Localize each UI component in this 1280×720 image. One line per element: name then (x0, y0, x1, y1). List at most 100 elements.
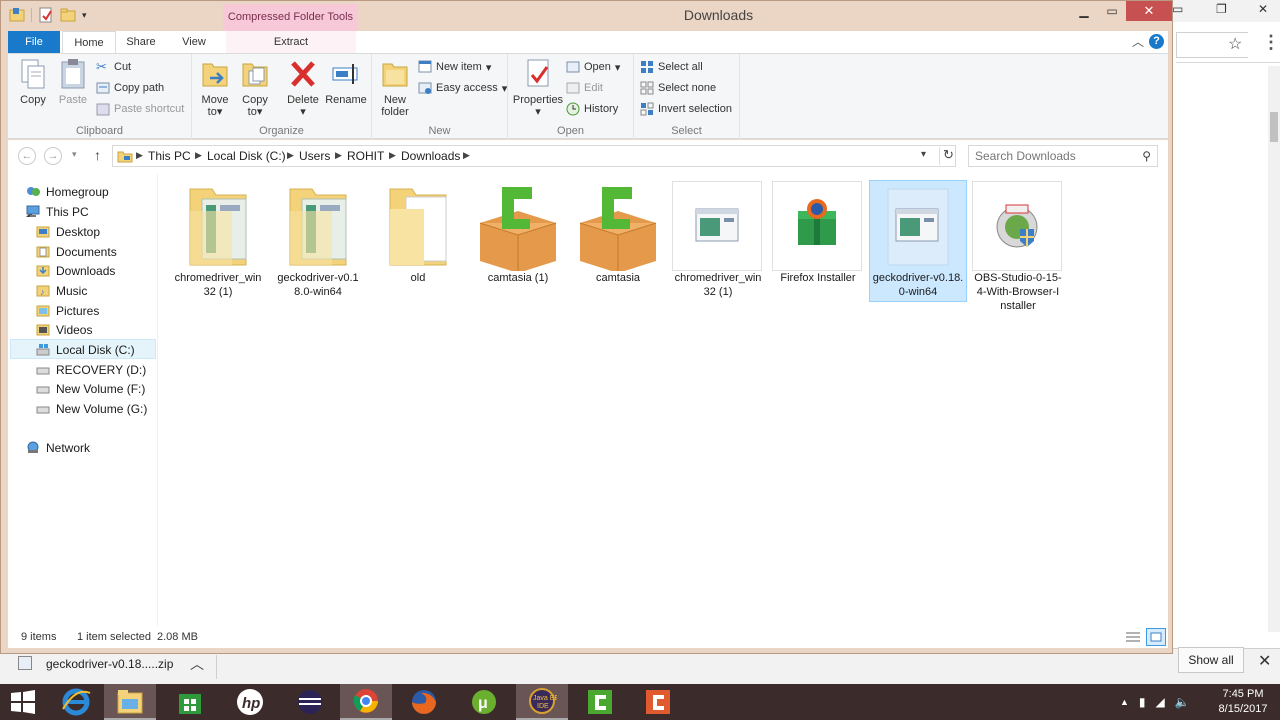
utorrent-icon[interactable]: μ (458, 684, 510, 720)
address-bar[interactable]: ▶ This PC ▶ Local Disk (C:) ▶ Users ▶ RO… (112, 145, 956, 167)
sidebar-item-local-disk-c[interactable]: Local Disk (C:) (36, 340, 135, 359)
battery-icon[interactable]: ▮ (1139, 695, 1146, 709)
camtasia-recorder-icon[interactable] (574, 684, 626, 720)
minimize-button[interactable]: ▁ (1070, 1, 1098, 23)
download-item[interactable]: geckodriver-v0.18.....zip ︿ (18, 656, 216, 676)
large-icons-view-icon[interactable] (1146, 628, 1166, 646)
clock[interactable]: 7:45 PM 8/15/2017 (1208, 687, 1278, 717)
breadcrumb-downloads[interactable]: Downloads (401, 149, 460, 163)
breadcrumb-local-disk[interactable]: Local Disk (C:) (207, 149, 286, 163)
hp-icon[interactable]: hp (224, 684, 276, 720)
sidebar-item-downloads[interactable]: Downloads (36, 261, 115, 280)
show-hidden-icons-icon[interactable]: ▲ (1120, 697, 1129, 707)
bookmark-star-icon[interactable]: ☆ (1228, 34, 1242, 54)
back-arrow-icon[interactable]: ← (18, 147, 36, 165)
customize-qat-icon[interactable]: ▾ (82, 10, 87, 21)
select-all-button[interactable]: Select all (640, 60, 703, 74)
paste-shortcut-button[interactable]: Paste shortcut (96, 102, 184, 116)
file-item[interactable]: geckodriver-v0.18.0-win64 (272, 181, 364, 301)
new-item-button[interactable]: New item ▾ (418, 60, 491, 74)
search-box[interactable]: ⚲ (968, 145, 1158, 167)
sidebar-item-network[interactable]: Network (26, 438, 90, 457)
eclipse-icon[interactable] (284, 684, 336, 720)
breadcrumb-this-pc[interactable]: This PC (148, 149, 191, 163)
close-download-bar-icon[interactable]: ✕ (1258, 651, 1271, 671)
show-all-button[interactable]: Show all (1178, 647, 1244, 673)
details-view-icon[interactable] (1125, 630, 1141, 644)
properties-button[interactable]: Properties ▾ (512, 58, 564, 118)
file-item-selected[interactable]: geckodriver-v0.18.0-win64 (869, 180, 967, 302)
properties-icon[interactable] (38, 7, 54, 23)
internet-explorer-icon[interactable] (50, 684, 102, 720)
network-signal-icon[interactable]: ◢ (1156, 695, 1165, 709)
sidebar-item-new-volume-f[interactable]: New Volume (F:) (36, 379, 145, 398)
file-item[interactable]: old (372, 181, 464, 301)
file-item[interactable]: OBS-Studio-0-15-4-With-Browser-Installer (972, 181, 1064, 312)
sidebar-item-homegroup[interactable]: Homegroup (26, 182, 109, 201)
easy-access-button[interactable]: Easy access ▾ (418, 81, 507, 95)
chrome-menu-icon[interactable]: ⋮ (1262, 32, 1280, 53)
java-ee-ide-icon[interactable]: Java EE IDE (516, 684, 568, 720)
breadcrumb-users[interactable]: Users (299, 149, 330, 163)
folder-properties-icon[interactable] (9, 7, 25, 23)
tab-share[interactable]: Share (118, 31, 164, 53)
chrome-icon[interactable] (340, 684, 392, 720)
chrome-close-icon[interactable]: ✕ (1258, 2, 1268, 16)
sidebar-item-videos[interactable]: Videos (36, 320, 92, 339)
minimize-ribbon-icon[interactable]: ︿ (1132, 33, 1144, 50)
sidebar-item-new-volume-g[interactable]: New Volume (G:) (36, 399, 147, 418)
chevron-up-icon[interactable]: ︿ (190, 654, 204, 674)
firefox-icon[interactable] (398, 684, 450, 720)
paste-button[interactable]: Paste (54, 58, 92, 106)
search-input[interactable] (975, 148, 1135, 164)
file-item[interactable]: chromedriver_win32 (1) (672, 181, 764, 301)
tab-home[interactable]: Home (62, 31, 116, 53)
file-item[interactable]: Firefox Installer (772, 181, 864, 301)
start-button-icon[interactable] (10, 690, 36, 714)
tab-file[interactable]: File (8, 31, 60, 53)
help-icon[interactable]: ? (1149, 34, 1164, 49)
chrome-scrollbar-thumb[interactable] (1270, 112, 1278, 142)
tab-view[interactable]: View (168, 31, 220, 53)
chrome-minimize-icon[interactable]: ▭ (1172, 2, 1183, 16)
file-item[interactable]: camtasia (572, 181, 664, 301)
camtasia-studio-icon[interactable] (632, 684, 684, 720)
close-button[interactable]: ✕ (1126, 1, 1172, 21)
breadcrumb-separator-icon[interactable]: ▶ (136, 150, 143, 161)
sidebar-item-recovery-d[interactable]: RECOVERY (D:) (36, 360, 146, 379)
sidebar-item-pictures[interactable]: Pictures (36, 301, 99, 320)
copy-path-button[interactable]: Copy path (96, 81, 164, 95)
breadcrumb-separator-icon[interactable]: ▶ (389, 150, 396, 161)
edit-button[interactable]: Edit (566, 81, 603, 95)
sidebar-item-music[interactable]: ♪ Music (36, 281, 87, 300)
history-button[interactable]: History (566, 102, 618, 116)
chrome-scrollbar[interactable] (1268, 66, 1280, 632)
forward-arrow-icon[interactable]: → (44, 147, 62, 165)
tab-extract[interactable]: Extract (226, 31, 356, 53)
recent-locations-icon[interactable]: ▾ (72, 149, 77, 160)
breadcrumb-separator-icon[interactable]: ▶ (463, 150, 470, 161)
breadcrumb-rohit[interactable]: ROHIT (347, 149, 384, 163)
chrome-restore-icon[interactable]: ❐ (1216, 2, 1227, 16)
store-icon[interactable] (164, 684, 216, 720)
copy-to-button[interactable]: Copy to▾ (238, 58, 272, 118)
volume-icon[interactable]: 🔈 (1175, 695, 1190, 709)
new-folder-icon[interactable] (60, 7, 76, 23)
sidebar-item-this-pc[interactable]: This PC (26, 202, 89, 221)
file-item[interactable]: chromedriver_win32 (1) (172, 181, 264, 301)
sidebar-item-documents[interactable]: Documents (36, 242, 117, 261)
address-dropdown-icon[interactable]: ▾ (921, 149, 926, 160)
breadcrumb-separator-icon[interactable]: ▶ (335, 150, 342, 161)
new-folder-button[interactable]: New folder (378, 58, 412, 118)
file-item[interactable]: camtasia (1) (472, 181, 564, 301)
breadcrumb-separator-icon[interactable]: ▶ (287, 150, 294, 161)
breadcrumb-separator-icon[interactable]: ▶ (195, 150, 202, 161)
invert-selection-button[interactable]: Invert selection (640, 102, 732, 116)
file-explorer-icon[interactable] (104, 684, 156, 720)
delete-button[interactable]: Delete ▾ (284, 58, 322, 118)
sidebar-item-desktop[interactable]: Desktop (36, 222, 100, 241)
maximize-button[interactable]: ▭ (1098, 1, 1126, 23)
refresh-icon[interactable]: ↻ (939, 147, 957, 165)
up-arrow-icon[interactable]: ↑ (94, 147, 101, 163)
cut-button[interactable]: ✂ Cut (96, 60, 131, 74)
